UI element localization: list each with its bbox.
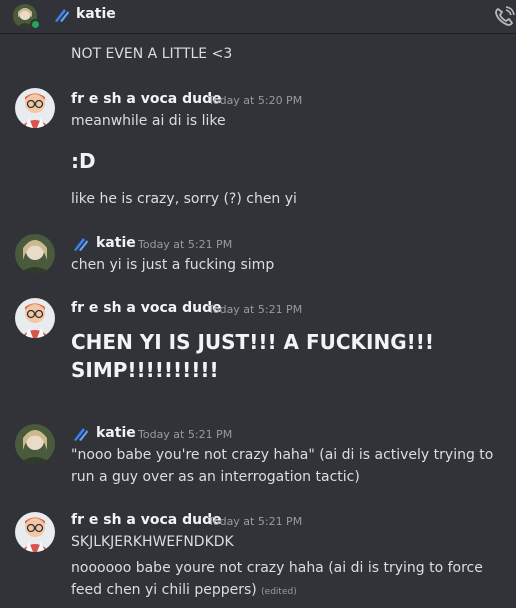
avatar[interactable] (15, 298, 55, 338)
message-text: NOT EVEN A LITTLE <3 (71, 46, 233, 62)
avatar[interactable] (15, 88, 55, 128)
online-status-dot (30, 19, 41, 30)
message-text: SKJLKJERKHWEFNDKDK (71, 534, 234, 550)
message-text: CHEN YI IS JUST!!! A FUCKING!!! SIMP!!!!… (71, 330, 435, 382)
author-name[interactable]: fr e sh a voca dude (71, 512, 222, 528)
avatar[interactable] (15, 512, 55, 552)
author-name[interactable]: katie (96, 235, 136, 251)
edited-label: (edited) (261, 587, 297, 597)
timestamp: Today at 5:21 PM (208, 303, 303, 316)
call-icon[interactable] (493, 6, 515, 32)
nitro-badge-icon (73, 426, 91, 446)
message-text: like he is crazy, sorry (?) chen yi (71, 191, 297, 207)
message-text: "nooo babe you're not crazy haha" (ai di… (71, 447, 494, 485)
timestamp: Today at 5:21 PM (138, 428, 233, 441)
timestamp: Today at 5:21 PM (138, 238, 233, 251)
avatar[interactable] (15, 234, 55, 274)
nitro-badge-icon (54, 7, 70, 27)
dm-username[interactable]: katie (76, 6, 116, 22)
timestamp: Today at 5:21 PM (208, 515, 303, 528)
nitro-badge-icon (73, 236, 91, 256)
message-text: chen yi is just a fucking simp (71, 257, 275, 273)
author-name[interactable]: fr e sh a voca dude (71, 91, 222, 107)
avatar[interactable] (15, 424, 55, 464)
message-text: :D (71, 149, 96, 173)
message-text: noooooo babe youre not crazy haha (ai di… (71, 557, 511, 603)
timestamp: Today at 5:20 PM (208, 94, 303, 107)
author-name[interactable]: fr e sh a voca dude (71, 300, 222, 316)
author-name[interactable]: katie (96, 425, 136, 441)
message-text: meanwhile ai di is like (71, 113, 226, 129)
channel-header: katie (0, 0, 516, 34)
